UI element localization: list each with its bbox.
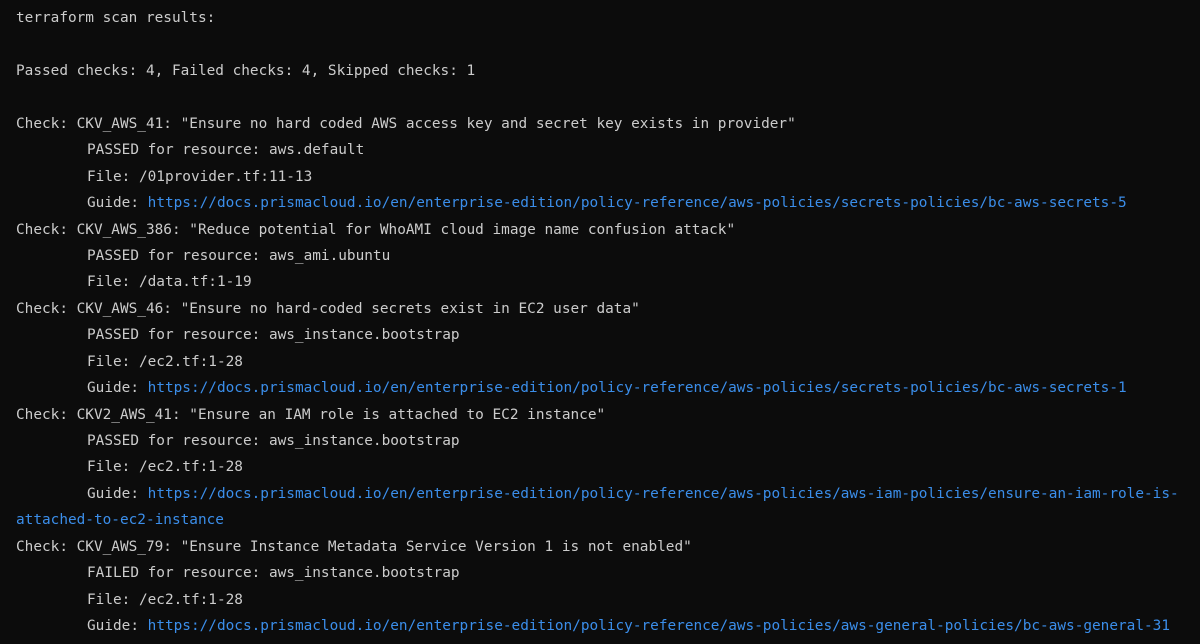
check-file: File: /data.tf:1-19 (87, 274, 252, 291)
check-result: PASSED for resource: aws.default (87, 142, 365, 159)
check-result: PASSED for resource: aws_instance.bootst… (87, 433, 460, 449)
check-file: File: /ec2.tf:1-28 (87, 591, 243, 608)
guide-link-continuation[interactable]: attached-to-ec2-instance (16, 507, 1200, 533)
check-guide: Guide: https://docs.prismacloud.io/en/en… (16, 613, 1200, 639)
check-title: Check: CKV_AWS_46: "Ensure no hard-coded… (16, 300, 640, 317)
check-file: File: /ec2.tf:1-28 (87, 459, 243, 476)
guide-label: Guide: (87, 195, 148, 212)
check-result: PASSED for resource: aws_instance.bootst… (87, 327, 460, 344)
guide-link[interactable]: https://docs.prismacloud.io/en/enterpris… (148, 380, 1127, 396)
guide-link[interactable]: https://docs.prismacloud.io/en/enterpris… (148, 486, 1179, 502)
check-title: Check: CKV_AWS_79: "Ensure Instance Meta… (16, 538, 692, 555)
guide-label: Guide: (87, 485, 148, 502)
check-result: FAILED for resource: aws_instance.bootst… (87, 565, 460, 582)
check-guide: Guide: https://docs.prismacloud.io/en/en… (16, 190, 1200, 216)
scan-summary: Passed checks: 4, Failed checks: 4, Skip… (16, 62, 476, 79)
terminal-output[interactable]: terraform scan results: Passed checks: 4… (0, 0, 1200, 644)
check-result: PASSED for resource: aws_ami.ubuntu (87, 247, 391, 264)
check-guide: Guide: https://docs.prismacloud.io/en/en… (16, 375, 1200, 401)
check-title: Check: CKV_AWS_386: "Reduce potential fo… (16, 221, 736, 238)
guide-label: Guide: (87, 380, 148, 397)
check-title: Check: CKV_AWS_41: "Ensure no hard coded… (16, 115, 796, 132)
check-file: File: /ec2.tf:1-28 (87, 353, 243, 370)
guide-link[interactable]: https://docs.prismacloud.io/en/enterpris… (148, 618, 1170, 634)
check-title: Check: CKV2_AWS_41: "Ensure an IAM role … (16, 406, 606, 423)
guide-label: Guide: (87, 618, 148, 635)
check-file: File: /01provider.tf:11-13 (87, 168, 313, 185)
scan-title: terraform scan results: (16, 10, 216, 26)
guide-link[interactable]: https://docs.prismacloud.io/en/enterpris… (148, 195, 1127, 211)
check-guide: Guide: https://docs.prismacloud.io/en/en… (16, 481, 1200, 507)
